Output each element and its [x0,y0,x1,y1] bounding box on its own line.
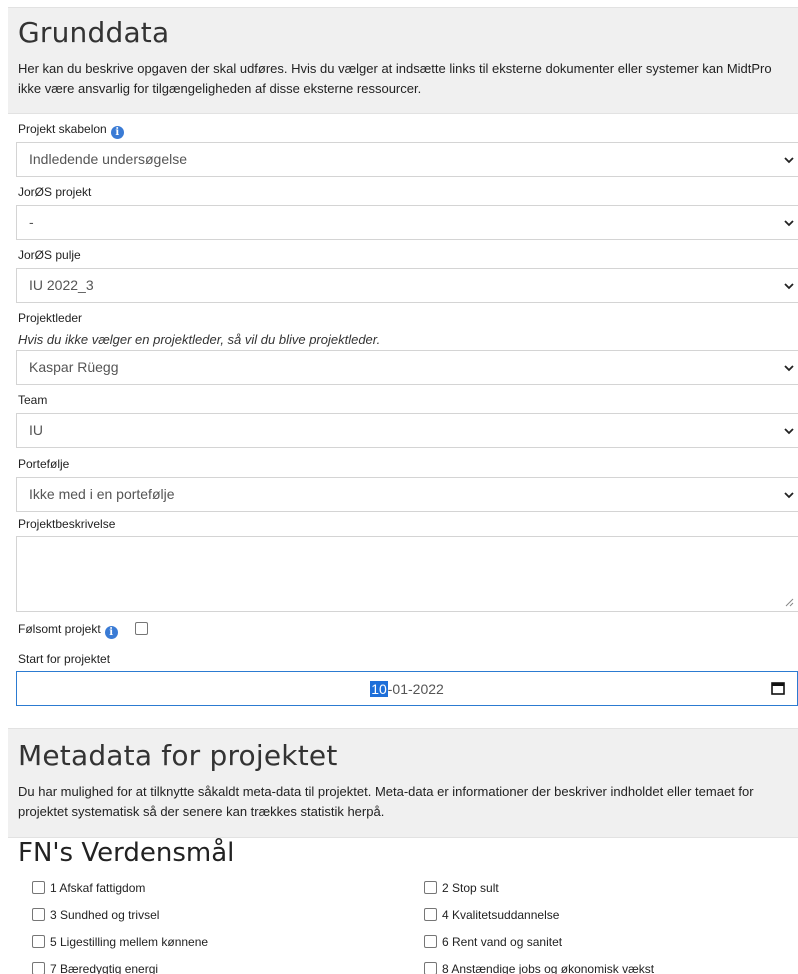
goal-item-6[interactable]: 6 Rent vand og sanitet [424,935,562,949]
jorospulje-value: IU 2022_3 [29,277,94,293]
metadata-description: Du har mulighed for at tilknytte såkaldt… [18,784,754,819]
skabelon-label: Projekt skabelon i [18,122,124,139]
projektleder-select[interactable]: Kaspar Rüegg [16,350,798,385]
folsomt-checkbox[interactable] [135,622,149,635]
chevron-down-icon [784,365,794,372]
projektleder-label: Projektleder [18,311,83,325]
jorospulje-select[interactable]: IU 2022_3 [16,268,798,303]
projektleder-value: Kaspar Rüegg [29,359,119,375]
start-label: Start for projektet [18,652,111,666]
beskrivelse-textarea[interactable] [16,536,798,612]
goal-label: 8 Anstændige jobs og økonomisk vækst [442,962,655,974]
goal-item-7[interactable]: 7 Bæredygtig energi [32,962,158,974]
resize-grip-icon[interactable] [785,598,794,607]
portefolje-value: Ikke med i en portefølje [29,486,175,502]
metadata-panel: Metadata for projektet Du har mulighed f… [8,728,798,838]
info-icon[interactable]: i [110,126,124,139]
goal-item-5[interactable]: 5 Ligestilling mellem kønnene [32,935,208,949]
goal-item-2[interactable]: 2 Stop sult [424,881,499,895]
chevron-down-icon [784,283,794,290]
beskrivelse-label: Projektbeskrivelse [18,517,116,531]
projektleder-hint: Hvis du ikke vælger en projektleder, så … [18,332,381,347]
calendar-icon[interactable] [771,681,785,695]
goal-checkbox[interactable] [32,908,45,921]
info-icon[interactable]: i [104,626,118,639]
skabelon-value: Indledende undersøgelse [29,151,188,167]
goal-checkbox[interactable] [424,935,437,948]
start-date-value: 10-01-2022 [17,681,797,697]
goal-checkbox[interactable] [32,935,45,948]
start-date-day: 10 [370,681,388,697]
goal-label: 1 Afskaf fattigdom [50,881,146,895]
goal-label: 7 Bæredygtig energi [50,962,159,974]
goal-item-8[interactable]: 8 Anstændige jobs og økonomisk vækst [424,962,654,974]
goal-label: 4 Kvalitetsuddannelse [442,908,560,922]
portefolje-select[interactable]: Ikke med i en portefølje [16,477,798,512]
goal-item-4[interactable]: 4 Kvalitetsuddannelse [424,908,559,922]
start-date-input[interactable]: 10-01-2022 [16,671,798,706]
page: Grunddata Her kan du beskrive opgaven de… [0,0,798,974]
skabelon-select[interactable]: Indledende undersøgelse [16,142,798,177]
portefolje-label: Portefølje [18,457,70,471]
goal-checkbox[interactable] [424,908,437,921]
goal-checkbox[interactable] [32,881,45,894]
jorosprojekt-value: - [29,214,34,230]
grunddata-panel: Grunddata Her kan du beskrive opgaven de… [8,7,798,114]
goal-label: 3 Sundhed og trivsel [50,908,160,922]
grunddata-description: Her kan du beskrive opgaven der skal udf… [18,61,772,96]
team-select[interactable]: IU [16,413,798,448]
chevron-down-icon [784,492,794,499]
chevron-down-icon [784,428,794,435]
goals-title: FN's Verdensmål [18,838,235,868]
goal-checkbox[interactable] [424,962,437,974]
jorospulje-label: JorØS pulje [18,248,81,262]
chevron-down-icon [784,220,794,227]
grunddata-title: Grunddata [18,16,170,49]
folsomt-row: Følsomt projekt i [18,622,149,639]
metadata-title: Metadata for projektet [18,739,338,772]
jorosprojekt-label: JorØS projekt [18,185,92,199]
folsomt-label: Følsomt projekt [18,622,101,636]
goal-label: 6 Rent vand og sanitet [442,935,563,949]
goal-checkbox[interactable] [424,881,437,894]
team-value: IU [29,422,43,438]
skabelon-label-text: Projekt skabelon [18,122,107,136]
goal-label: 5 Ligestilling mellem kønnene [50,935,209,949]
goal-label: 2 Stop sult [442,881,499,895]
goal-checkbox[interactable] [32,962,45,974]
chevron-down-icon [784,157,794,164]
goal-item-1[interactable]: 1 Afskaf fattigdom [32,881,145,895]
team-label: Team [18,393,48,407]
start-date-rest: -01-2022 [387,681,444,697]
goal-item-3[interactable]: 3 Sundhed og trivsel [32,908,159,922]
jorosprojekt-select[interactable]: - [16,205,798,240]
